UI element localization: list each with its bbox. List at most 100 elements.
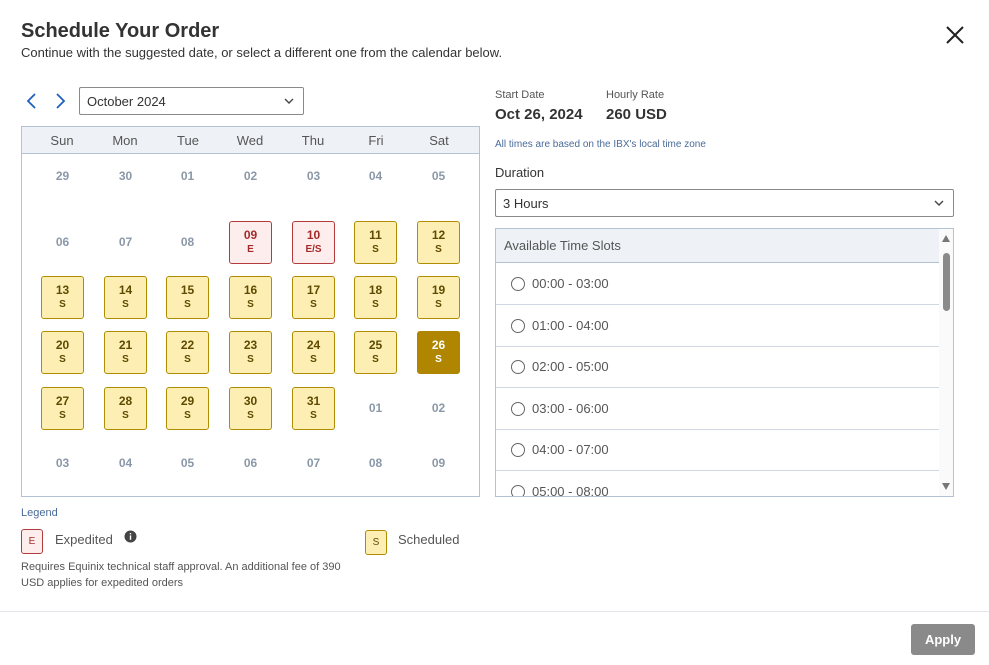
- time-slot-label: 03:00 - 06:00: [532, 401, 609, 416]
- calendar-day-number: 01: [368, 401, 383, 415]
- weekday-label: Mon: [112, 133, 138, 148]
- calendar-day[interactable]: 13 S: [41, 276, 84, 319]
- time-slot-option[interactable]: 03:00 - 06:00: [496, 388, 939, 430]
- scroll-up-arrow-icon[interactable]: [942, 235, 950, 242]
- calendar-day-outside: 07: [104, 221, 147, 264]
- calendar-day[interactable]: 28 S: [104, 387, 147, 430]
- calendar-day[interactable]: 15 S: [166, 276, 209, 319]
- calendar-day-tag: S: [372, 354, 379, 365]
- calendar-day[interactable]: 09 E: [229, 221, 272, 264]
- time-slot-option[interactable]: 01:00 - 04:00: [496, 305, 939, 347]
- calendar-day-number: 24: [306, 338, 321, 352]
- scrollbar-thumb[interactable]: [943, 253, 950, 311]
- calendar-day-number: 27: [55, 394, 70, 408]
- calendar-day-tag: S: [247, 354, 254, 365]
- duration-select[interactable]: 3 Hours: [495, 189, 954, 217]
- calendar-day-tag: S: [372, 244, 379, 255]
- dialog-title: Schedule Your Order: [21, 20, 220, 42]
- radio-button[interactable]: [511, 277, 525, 291]
- calendar-day[interactable]: 24 S: [292, 331, 335, 374]
- calendar-day-tag: S: [122, 299, 129, 310]
- calendar-day[interactable]: 10 E/S: [292, 221, 335, 264]
- time-slot-option[interactable]: 05:00 - 08:00: [496, 471, 939, 497]
- calendar-day[interactable]: 29 S: [166, 387, 209, 430]
- calendar-day-tag: S: [184, 354, 191, 365]
- chevron-down-icon: [283, 95, 295, 107]
- calendar-day-tag: S: [184, 410, 191, 421]
- calendar-day-outside: 07: [292, 442, 335, 485]
- calendar-day-tag: S: [122, 410, 129, 421]
- calendar-day-number: 08: [368, 456, 383, 470]
- calendar-day[interactable]: 12 S: [417, 221, 460, 264]
- radio-button[interactable]: [511, 360, 525, 374]
- calendar-day-tag: S: [247, 410, 254, 421]
- radio-button[interactable]: [511, 485, 525, 496]
- calendar-day-number: 30: [243, 394, 258, 408]
- calendar-day-number: 14: [118, 283, 133, 297]
- radio-button[interactable]: [511, 443, 525, 457]
- hourly-rate-label: Hourly Rate: [606, 89, 665, 101]
- time-slot-label: 04:00 - 07:00: [532, 442, 609, 457]
- apply-button[interactable]: Apply: [911, 624, 975, 655]
- dialog-subtitle: Continue with the suggested date, or sel…: [21, 45, 503, 60]
- calendar-day-number: 03: [55, 456, 70, 470]
- calendar-day[interactable]: 19 S: [417, 276, 460, 319]
- calendar-day-number: 02: [243, 169, 258, 183]
- calendar-day[interactable]: 31 S: [292, 387, 335, 430]
- start-date-value: Oct 26, 2024: [495, 106, 583, 123]
- calendar-day-number: 22: [180, 338, 195, 352]
- time-slots-scrollbar[interactable]: [939, 229, 953, 496]
- start-date-label: Start Date: [495, 89, 545, 101]
- time-slot-option[interactable]: 02:00 - 05:00: [496, 346, 939, 388]
- calendar-day-number: 17: [306, 283, 321, 297]
- time-slot-label: 01:00 - 04:00: [532, 318, 609, 333]
- calendar-day-outside: 06: [41, 221, 84, 264]
- calendar-day[interactable]: 30 S: [229, 387, 272, 430]
- calendar-day[interactable]: 27 S: [41, 387, 84, 430]
- calendar-day[interactable]: 17 S: [292, 276, 335, 319]
- calendar-day[interactable]: 22 S: [166, 331, 209, 374]
- calendar-day-outside: 05: [166, 442, 209, 485]
- calendar-day-tag: S: [310, 410, 317, 421]
- calendar-day-number: 07: [306, 456, 321, 470]
- weekday-label: Thu: [301, 133, 325, 148]
- calendar-day[interactable]: 16 S: [229, 276, 272, 319]
- calendar-day-number: 29: [55, 169, 70, 183]
- time-slot-option[interactable]: 04:00 - 07:00: [496, 429, 939, 471]
- scroll-down-arrow-icon[interactable]: [942, 483, 950, 490]
- month-select[interactable]: October 2024: [79, 87, 304, 115]
- calendar-day[interactable]: 21 S: [104, 331, 147, 374]
- calendar-day[interactable]: 14 S: [104, 276, 147, 319]
- calendar-day-tag: S: [122, 354, 129, 365]
- chevron-left-icon[interactable]: [24, 91, 40, 111]
- calendar-day-outside: 03: [292, 155, 335, 198]
- calendar-day-number: 05: [431, 169, 446, 183]
- radio-button[interactable]: [511, 402, 525, 416]
- calendar-day-tag: S: [435, 244, 442, 255]
- calendar-day[interactable]: 25 S: [354, 331, 397, 374]
- time-slot-option[interactable]: 00:00 - 03:00: [496, 263, 939, 305]
- chevron-right-icon[interactable]: [52, 91, 68, 111]
- radio-button[interactable]: [511, 319, 525, 333]
- calendar-day[interactable]: 11 S: [354, 221, 397, 264]
- calendar-day-outside: 04: [104, 442, 147, 485]
- calendar-day-number: 30: [118, 169, 133, 183]
- calendar-day-selected[interactable]: 26 S: [417, 331, 460, 374]
- weekday-label: Wed: [236, 133, 264, 148]
- calendar-day[interactable]: 20 S: [41, 331, 84, 374]
- calendar-day-tag: S: [435, 299, 442, 310]
- calendar-day-outside: 09: [417, 442, 460, 485]
- calendar-day-outside: 05: [417, 155, 460, 198]
- calendar-day-number: 07: [118, 235, 133, 249]
- close-icon[interactable]: [944, 24, 966, 46]
- calendar-day-number: 21: [118, 338, 133, 352]
- calendar-day-outside: 06: [229, 442, 272, 485]
- info-icon[interactable]: [124, 530, 137, 543]
- calendar-day[interactable]: 18 S: [354, 276, 397, 319]
- time-slot-label: 05:00 - 08:00: [532, 484, 609, 497]
- calendar-day-number: 11: [369, 228, 382, 242]
- time-slot-label: 02:00 - 05:00: [532, 359, 609, 374]
- calendar-day[interactable]: 23 S: [229, 331, 272, 374]
- calendar-day-outside: 02: [417, 387, 460, 430]
- calendar-day-outside: 01: [354, 387, 397, 430]
